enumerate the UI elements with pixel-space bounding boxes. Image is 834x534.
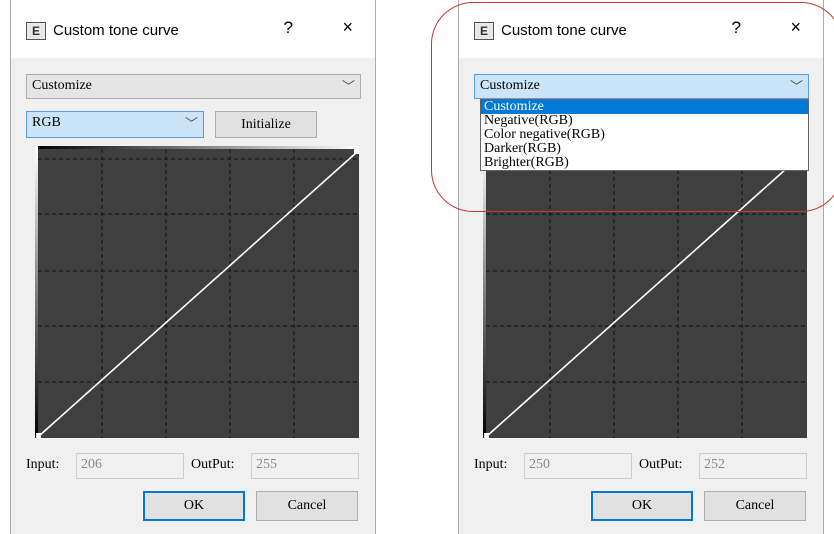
preset-select[interactable]: Customize ﹀ bbox=[474, 74, 809, 99]
ok-button[interactable]: OK bbox=[143, 491, 245, 521]
chevron-down-icon: ﹀ bbox=[789, 80, 803, 95]
curve-point[interactable] bbox=[354, 149, 359, 154]
ok-button[interactable]: OK bbox=[591, 491, 693, 521]
help-button[interactable]: ? bbox=[732, 18, 741, 38]
input-gradient-strip bbox=[35, 146, 38, 438]
dialog-title: Custom tone curve bbox=[53, 22, 179, 39]
channel-select-value: RGB bbox=[32, 115, 61, 130]
dropdown-option[interactable]: Negative(RGB) bbox=[481, 114, 808, 128]
close-button[interactable]: × bbox=[342, 17, 353, 38]
output-field[interactable]: 252 bbox=[699, 453, 807, 479]
title-bar: E Custom tone curve ? × bbox=[459, 0, 823, 58]
dropdown-option[interactable]: Customize bbox=[481, 100, 808, 114]
input-field[interactable]: 206 bbox=[76, 453, 184, 479]
dropdown-option[interactable]: Darker(RGB) bbox=[481, 142, 808, 156]
preset-select[interactable]: Customize ﹀ bbox=[26, 74, 361, 99]
close-button[interactable]: × bbox=[790, 17, 801, 38]
initialize-button[interactable]: Initialize bbox=[215, 111, 317, 138]
dialog-title: Custom tone curve bbox=[501, 22, 627, 39]
cancel-button[interactable]: Cancel bbox=[256, 491, 358, 521]
app-icon: E bbox=[474, 22, 494, 40]
tone-curve-editor[interactable] bbox=[483, 146, 807, 438]
output-gradient-strip bbox=[35, 146, 359, 149]
input-label: Input: bbox=[26, 457, 60, 472]
curve-point[interactable] bbox=[36, 433, 41, 438]
curve-point[interactable] bbox=[484, 433, 489, 438]
title-bar: E Custom tone curve ? × bbox=[11, 0, 375, 58]
output-label: OutPut: bbox=[191, 457, 235, 472]
input-label: Input: bbox=[474, 457, 508, 472]
preset-dropdown-list[interactable]: Customize Negative(RGB) Color negative(R… bbox=[480, 99, 809, 171]
input-field[interactable]: 250 bbox=[524, 453, 632, 479]
channel-select[interactable]: RGB ﹀ bbox=[26, 111, 204, 138]
chevron-down-icon: ﹀ bbox=[184, 117, 198, 132]
tone-curve-dialog: E Custom tone curve ? × Customize ﹀ RGB … bbox=[10, 0, 376, 534]
chevron-down-icon: ﹀ bbox=[341, 80, 355, 95]
tone-curve-editor[interactable] bbox=[35, 146, 359, 438]
tone-curve-dialog-with-dropdown: E Custom tone curve ? × Customize ﹀ Cust… bbox=[458, 0, 824, 534]
help-button[interactable]: ? bbox=[284, 18, 293, 38]
dropdown-option[interactable]: Brighter(RGB) bbox=[481, 156, 808, 170]
output-label: OutPut: bbox=[639, 457, 683, 472]
preset-select-value: Customize bbox=[480, 78, 540, 93]
preset-select-value: Customize bbox=[32, 78, 92, 93]
app-icon: E bbox=[26, 22, 46, 40]
dropdown-option[interactable]: Color negative(RGB) bbox=[481, 128, 808, 142]
input-gradient-strip bbox=[483, 146, 486, 438]
output-field[interactable]: 255 bbox=[251, 453, 359, 479]
cancel-button[interactable]: Cancel bbox=[704, 491, 806, 521]
